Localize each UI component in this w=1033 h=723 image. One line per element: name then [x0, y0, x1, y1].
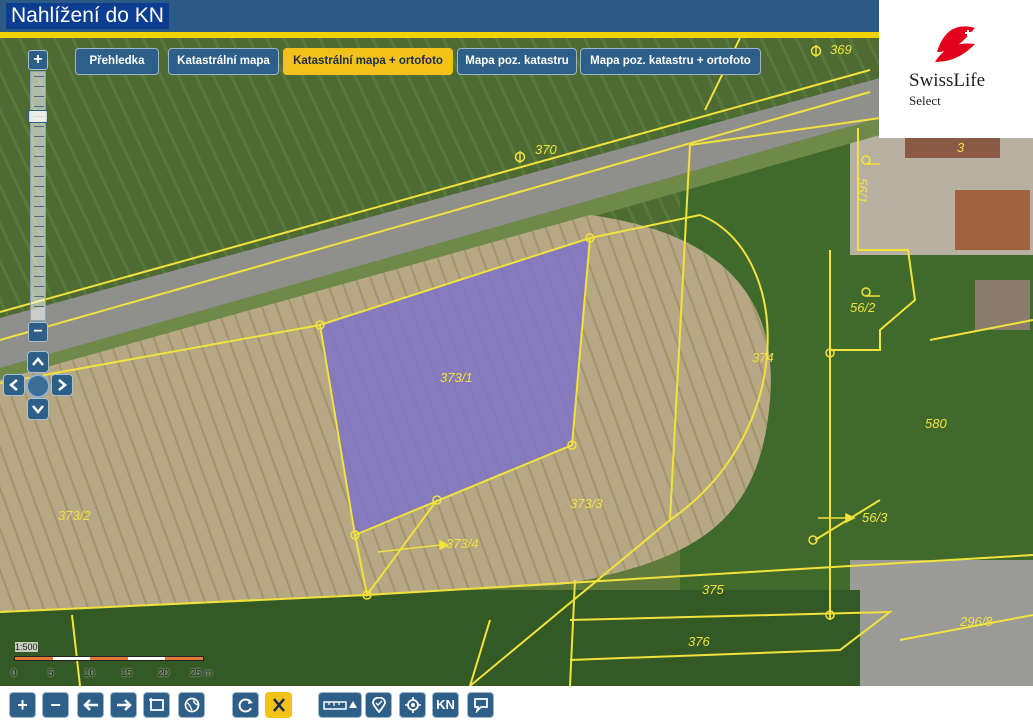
- brand-sub: Select: [909, 93, 941, 108]
- house-roof-2: [955, 190, 1030, 250]
- scale-ratio: 1:500: [15, 642, 38, 652]
- refresh-button[interactable]: [232, 692, 259, 718]
- crosshair-icon: [405, 697, 421, 713]
- scale-bar: [14, 656, 204, 661]
- scale-segment: [127, 657, 166, 660]
- kn-info-button[interactable]: KN: [432, 692, 459, 718]
- parcel-label-56-2: 56/2: [850, 300, 876, 315]
- tab-mapa-poz-katastru-ortofoto[interactable]: Mapa poz. katastru + ortofoto: [580, 48, 761, 75]
- clear-selection-button[interactable]: [265, 692, 292, 718]
- scale-label-25m: 25 m: [190, 668, 213, 679]
- scale-label-5: 5: [48, 668, 54, 679]
- measure-button[interactable]: [318, 692, 362, 718]
- swisslife-logo-icon: [935, 26, 975, 62]
- parcel-label-580: 580: [925, 416, 947, 431]
- close-icon: [273, 698, 285, 712]
- feedback-button[interactable]: [467, 692, 494, 718]
- parcel-label-376: 376: [688, 634, 710, 649]
- parcel-label-369: 369: [830, 42, 852, 57]
- parcel-label-370: 370: [535, 142, 557, 157]
- zoom-box-icon: [149, 698, 164, 711]
- page-title: Nahlížení do KN: [6, 3, 169, 29]
- brand-logo: SwissLife Select: [879, 0, 1033, 138]
- place-marker-button[interactable]: [365, 692, 392, 718]
- parcel-label-374: 374: [752, 350, 774, 365]
- zoom-slider-track[interactable]: [30, 71, 46, 321]
- comment-icon: [474, 698, 488, 713]
- tab-mapa-poz-katastru[interactable]: Mapa poz. katastru: [457, 48, 577, 75]
- paved-area: [850, 560, 1033, 686]
- zoom-in-button[interactable]: +: [28, 50, 48, 70]
- parcel-label-373-1: 373/1: [440, 370, 473, 385]
- pan-down-button[interactable]: [27, 398, 49, 420]
- scale-label-10: 10: [84, 668, 96, 679]
- parcel-label-3: 3: [957, 140, 965, 155]
- back-button[interactable]: [77, 692, 104, 718]
- globe-icon: [184, 697, 200, 713]
- parcel-label-373-4: 373/4: [446, 536, 479, 551]
- zoom-box-button[interactable]: [143, 692, 170, 718]
- toolbar-zoom-in-button[interactable]: +: [9, 692, 36, 718]
- arrow-right-icon: [117, 699, 132, 711]
- refresh-icon: [238, 698, 253, 713]
- forward-button[interactable]: [110, 692, 137, 718]
- tab-katastralni-mapa-ortofoto[interactable]: Katastrální mapa + ortofoto: [283, 48, 453, 75]
- pan-right-button[interactable]: [51, 374, 73, 396]
- locate-button[interactable]: [399, 692, 426, 718]
- app-window: 369 370 374 373/1 373/2 373/3 373/4 375 …: [0, 0, 1033, 723]
- ruler-icon: [323, 701, 357, 710]
- parcel-label-56-1: 56/1: [855, 178, 870, 203]
- toolbar-zoom-out-button[interactable]: −: [42, 692, 69, 718]
- scale-label-20: 20: [158, 668, 170, 679]
- zoom-out-button[interactable]: −: [28, 322, 48, 342]
- scale-segment: [15, 657, 53, 660]
- tab-katastralni-mapa[interactable]: Katastrální mapa: [168, 48, 279, 75]
- pan-center-button[interactable]: [26, 374, 50, 398]
- brand-name: SwissLife: [909, 70, 985, 91]
- chevron-up-icon: [32, 357, 44, 366]
- pan-up-button[interactable]: [27, 351, 49, 373]
- full-extent-button[interactable]: [178, 692, 205, 718]
- chevron-down-icon: [32, 405, 44, 414]
- arrow-left-icon: [83, 699, 98, 711]
- tab-prehledka[interactable]: Přehledka: [75, 48, 159, 75]
- parcel-label-56-3: 56/3: [862, 510, 888, 525]
- parcel-label-375: 375: [702, 582, 724, 597]
- zoom-slider-handle[interactable]: [28, 110, 48, 123]
- map-pin-icon: [372, 697, 386, 713]
- scale-label-15: 15: [121, 668, 133, 679]
- scale-label-0: 0: [11, 668, 17, 679]
- scale-segment: [90, 657, 128, 660]
- parcel-label-296-8: 296/8: [959, 614, 993, 629]
- scale-segment: [165, 657, 203, 660]
- pan-left-button[interactable]: [3, 374, 25, 396]
- parcel-label-373-2: 373/2: [58, 508, 91, 523]
- parcel-label-373-3: 373/3: [570, 496, 603, 511]
- chevron-left-icon: [9, 379, 18, 391]
- scale-segment: [52, 657, 91, 660]
- chevron-right-icon: [58, 379, 67, 391]
